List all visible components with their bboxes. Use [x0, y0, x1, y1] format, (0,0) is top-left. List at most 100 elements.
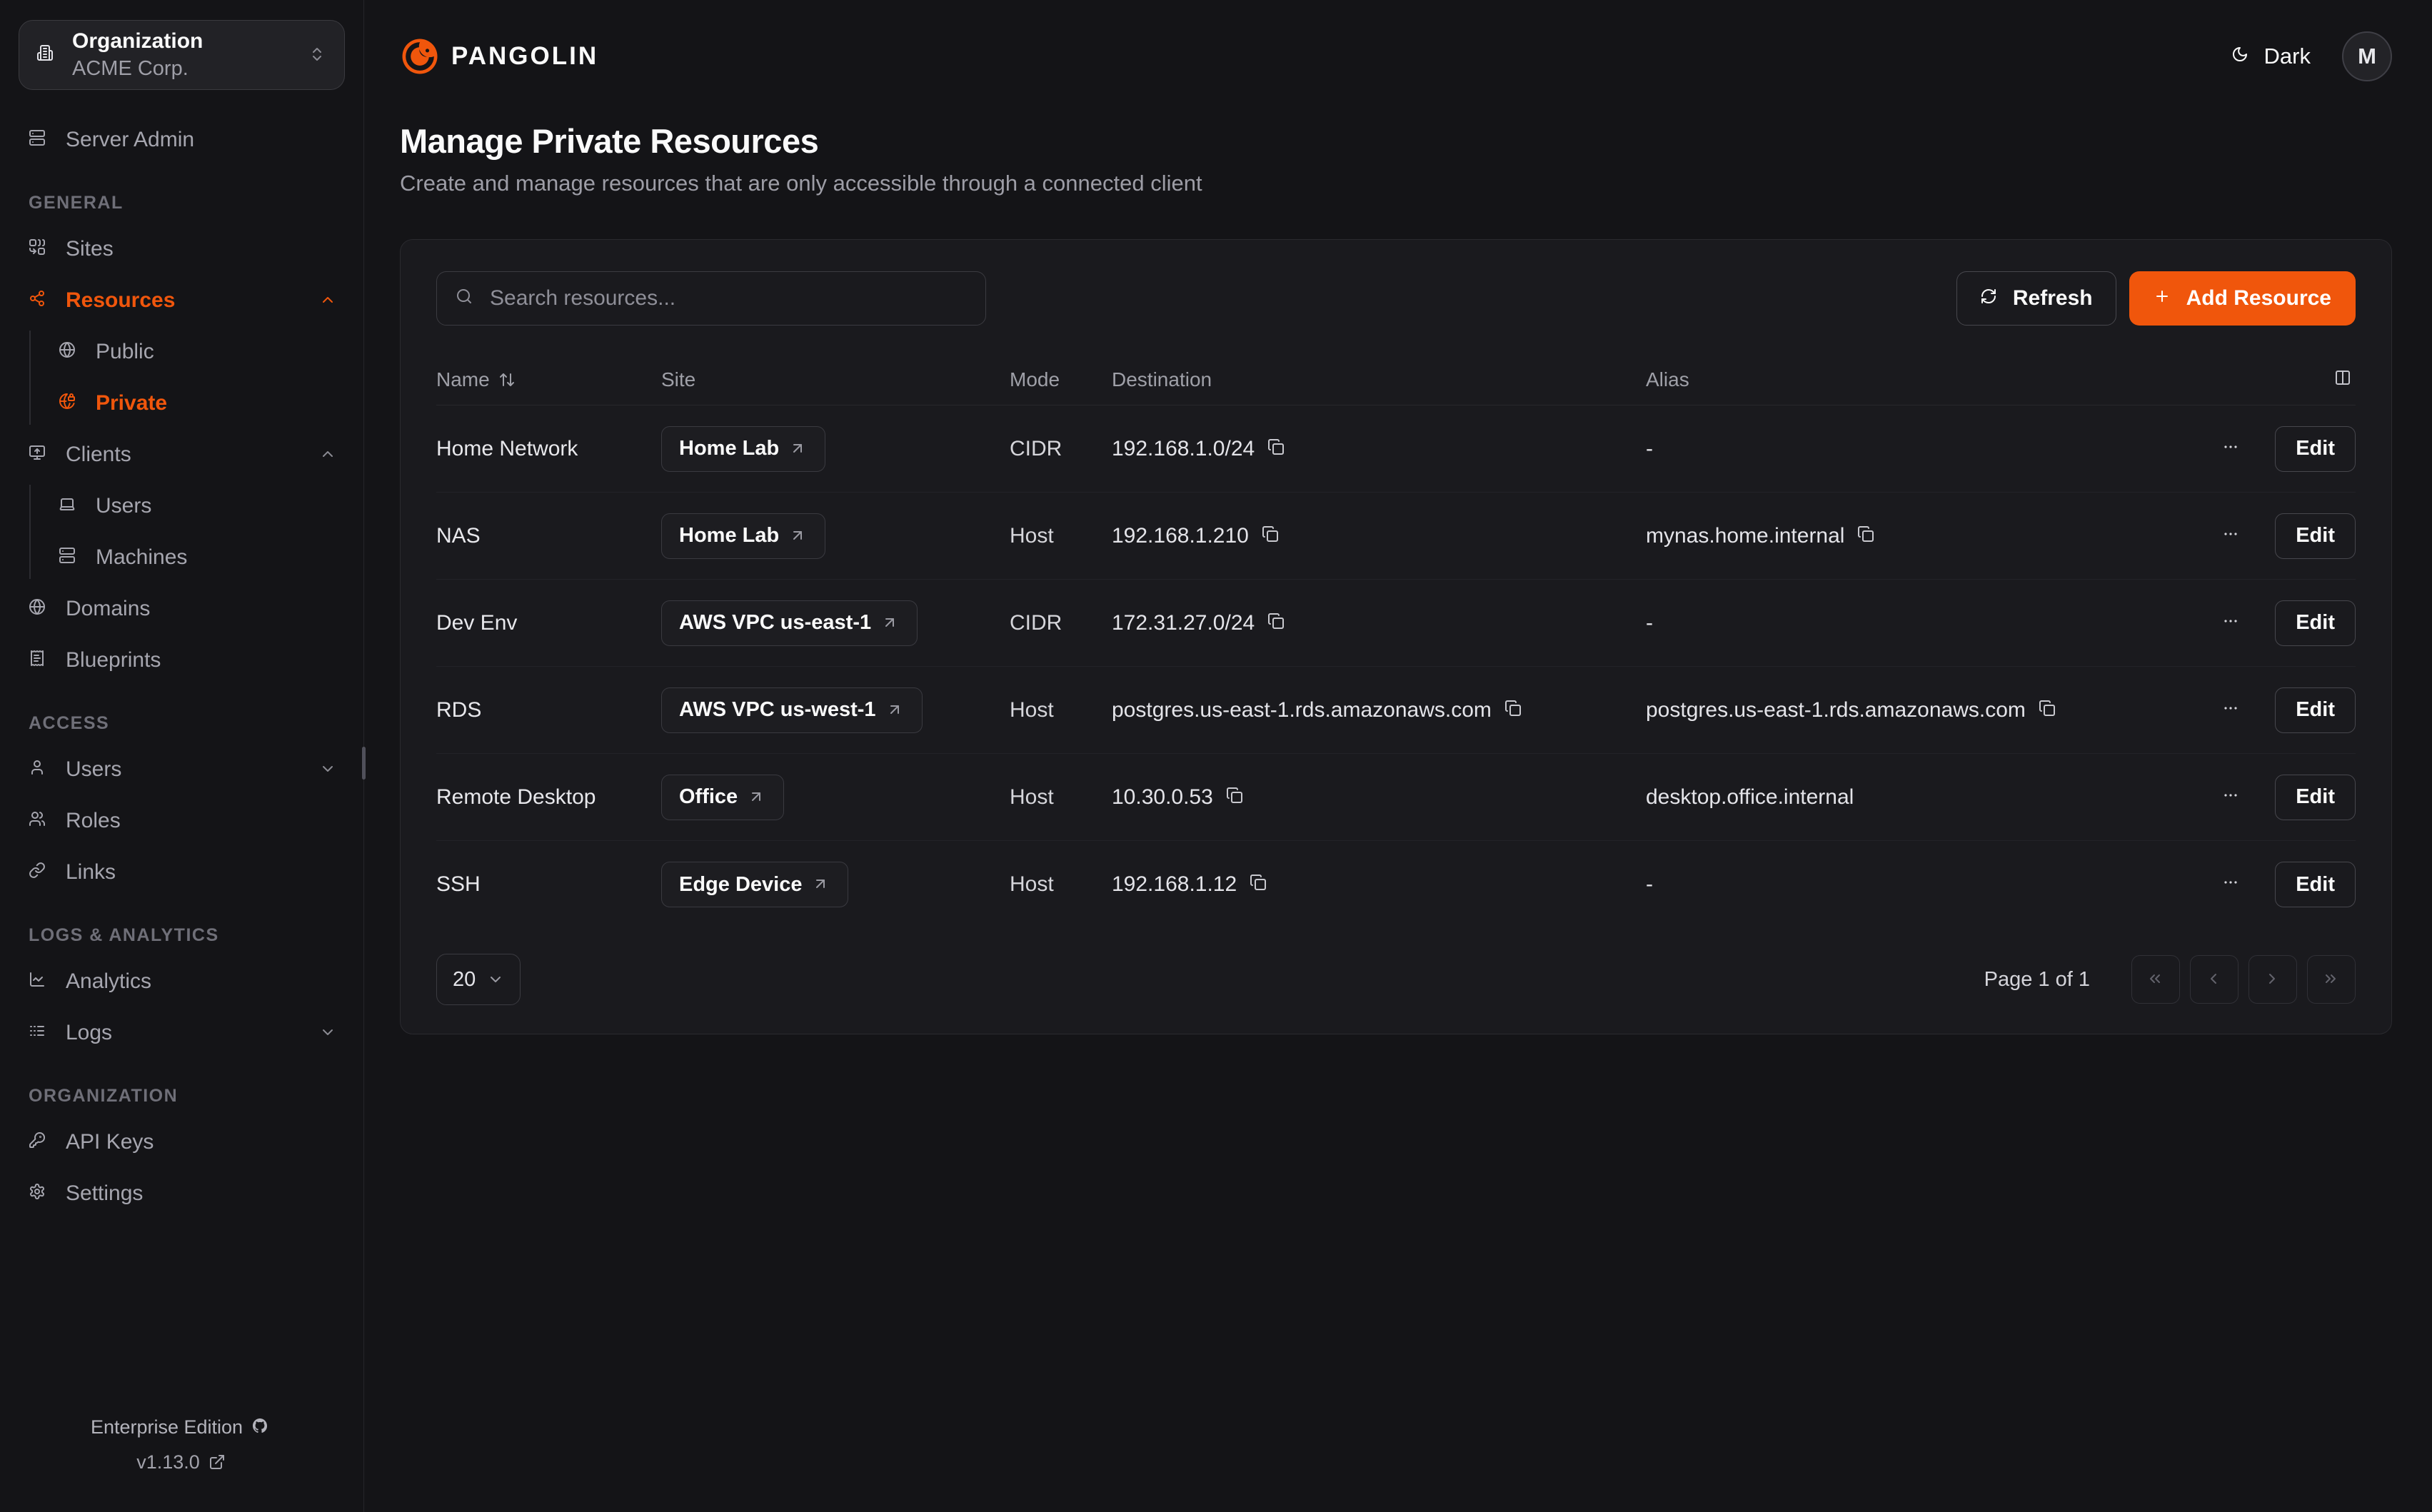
page-subtitle: Create and manage resources that are onl… — [400, 171, 2392, 196]
sidebar-item-logs[interactable]: Logs — [0, 1007, 363, 1059]
row-menu-button[interactable] — [2218, 434, 2248, 464]
resources-icon — [29, 290, 50, 311]
first-page-button[interactable] — [2131, 955, 2180, 1004]
edit-button[interactable]: Edit — [2275, 775, 2356, 820]
copy-icon — [1267, 438, 1289, 460]
site-link-button[interactable]: Office — [661, 775, 784, 820]
copy-destination-button[interactable] — [1262, 525, 1283, 547]
site-link-button[interactable]: AWS VPC us-east-1 — [661, 600, 918, 646]
next-page-button[interactable] — [2248, 955, 2297, 1004]
receipt-icon — [29, 650, 50, 671]
previous-page-button[interactable] — [2190, 955, 2238, 1004]
resource-destination: 192.168.1.0/24 — [1112, 437, 1255, 461]
sidebar-item-machines[interactable]: Machines — [0, 532, 363, 583]
sidebar-item-sites[interactable]: Sites — [0, 223, 363, 275]
resource-destination: 10.30.0.53 — [1112, 785, 1213, 810]
ellipsis-icon — [2222, 874, 2243, 895]
arrow-up-right-icon — [881, 614, 900, 632]
page-size-select[interactable]: 20 — [436, 954, 521, 1005]
row-menu-button[interactable] — [2218, 695, 2248, 725]
column-header-name[interactable]: Name — [436, 368, 661, 391]
avatar[interactable]: M — [2342, 31, 2392, 81]
resource-alias: - — [1646, 611, 1653, 635]
org-selector-label: Organization — [72, 29, 294, 54]
resources-table: Name Site Mode Destination Alias — [436, 354, 2356, 928]
sidebar-item-settings[interactable]: Settings — [0, 1168, 363, 1219]
arrow-up-right-icon — [812, 875, 830, 894]
sidebar: Organization ACME Corp. Server Admin GEN… — [0, 0, 364, 1512]
logs-icon — [29, 1022, 50, 1044]
edit-button[interactable]: Edit — [2275, 862, 2356, 907]
theme-toggle[interactable]: Dark — [2231, 44, 2311, 69]
copy-destination-button[interactable] — [1267, 438, 1289, 460]
site-link-button[interactable]: AWS VPC us-west-1 — [661, 687, 923, 733]
refresh-button[interactable]: Refresh — [1956, 271, 2116, 326]
resource-destination: 192.168.1.210 — [1112, 524, 1249, 548]
refresh-icon — [1980, 288, 2001, 309]
sidebar-item-roles[interactable]: Roles — [0, 795, 363, 847]
last-page-button[interactable] — [2307, 955, 2356, 1004]
sidebar-item-api-keys[interactable]: API Keys — [0, 1117, 363, 1168]
brand-name: PANGOLIN — [451, 42, 598, 71]
copy-alias-button[interactable] — [2039, 700, 2060, 721]
row-menu-button[interactable] — [2218, 782, 2248, 812]
sidebar-item-private[interactable]: Private — [0, 378, 363, 429]
sidebar-item-client-users[interactable]: Users — [0, 480, 363, 532]
edition-link[interactable]: Enterprise Edition — [0, 1416, 363, 1438]
toolbar: Refresh Add Resource — [436, 271, 2356, 326]
edit-button[interactable]: Edit — [2275, 426, 2356, 472]
sidebar-item-clients[interactable]: Clients — [0, 429, 363, 480]
sidebar-item-blueprints[interactable]: Blueprints — [0, 635, 363, 686]
copy-icon — [1226, 787, 1247, 808]
copy-destination-button[interactable] — [1267, 613, 1289, 634]
chevrons-up-down-icon — [308, 46, 327, 64]
chevron-down-icon — [319, 1024, 338, 1042]
main-content: PANGOLIN Dark M Manage Private Resources… — [364, 0, 2432, 1512]
row-menu-button[interactable] — [2218, 608, 2248, 638]
copy-alias-button[interactable] — [1857, 525, 1879, 547]
sidebar-item-analytics[interactable]: Analytics — [0, 956, 363, 1007]
version-link[interactable]: v1.13.0 — [0, 1451, 363, 1473]
add-resource-button[interactable]: Add Resource — [2129, 271, 2356, 326]
sidebar-scrollbar-thumb[interactable] — [362, 747, 366, 780]
sidebar-footer: Enterprise Edition v1.13.0 — [0, 1399, 363, 1512]
search-input[interactable] — [490, 286, 967, 311]
search-box — [436, 271, 986, 326]
row-menu-button[interactable] — [2218, 521, 2248, 551]
site-link-button[interactable]: Edge Device — [661, 862, 848, 907]
resource-destination: 172.31.27.0/24 — [1112, 611, 1255, 635]
sidebar-item-users[interactable]: Users — [0, 744, 363, 795]
sidebar-item-domains[interactable]: Domains — [0, 583, 363, 635]
table-row: RDS AWS VPC us-west-1 Host postgres.us-e… — [436, 667, 2356, 754]
section-label-organization: ORGANIZATION — [0, 1086, 363, 1107]
site-link-button[interactable]: Home Lab — [661, 426, 825, 472]
edit-button[interactable]: Edit — [2275, 513, 2356, 559]
arrow-up-right-icon — [789, 527, 808, 545]
row-menu-button[interactable] — [2218, 870, 2248, 899]
resource-name: NAS — [436, 524, 661, 548]
column-visibility-button[interactable] — [2141, 369, 2356, 390]
column-header-site: Site — [661, 368, 1010, 391]
edit-button[interactable]: Edit — [2275, 600, 2356, 646]
building-icon — [36, 44, 58, 66]
resources-subgroup: Public Private — [0, 326, 363, 429]
arrow-up-right-icon — [748, 788, 766, 807]
chevron-down-icon — [487, 971, 504, 988]
resource-alias: mynas.home.internal — [1646, 524, 1844, 548]
site-link-button[interactable]: Home Lab — [661, 513, 825, 559]
copy-destination-button[interactable] — [1504, 700, 1526, 721]
ellipsis-icon — [2222, 787, 2243, 808]
edit-button[interactable]: Edit — [2275, 687, 2356, 733]
server-icon — [29, 129, 50, 151]
org-selector[interactable]: Organization ACME Corp. — [19, 20, 345, 90]
sites-icon — [29, 238, 50, 260]
version-label: v1.13.0 — [136, 1451, 200, 1473]
resource-mode: Host — [1010, 872, 1112, 897]
copy-destination-button[interactable] — [1250, 874, 1271, 895]
sidebar-item-public[interactable]: Public — [0, 326, 363, 378]
sidebar-item-links[interactable]: Links — [0, 847, 363, 898]
copy-destination-button[interactable] — [1226, 787, 1247, 808]
sidebar-item-resources[interactable]: Resources — [0, 275, 363, 326]
brand[interactable]: PANGOLIN — [400, 36, 598, 76]
sidebar-item-server-admin[interactable]: Server Admin — [0, 114, 363, 166]
